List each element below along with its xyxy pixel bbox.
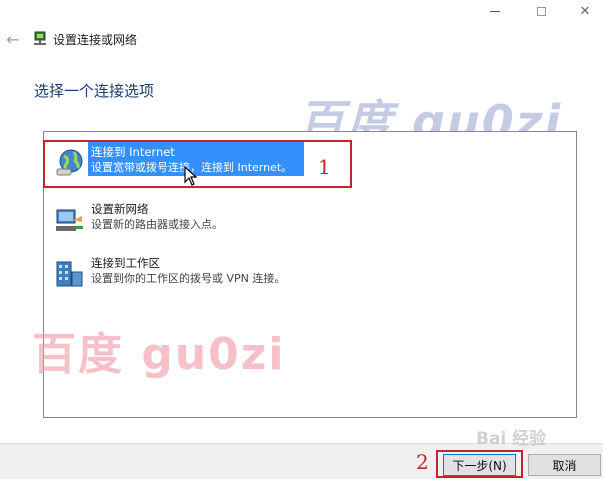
close-icon: ✕	[579, 3, 591, 19]
workplace-icon	[56, 261, 83, 287]
option-new-network[interactable]: 设置新网络 设置新的路由器或接入点。	[49, 199, 349, 235]
maximize-button[interactable]	[519, 0, 563, 22]
network-setup-icon	[56, 209, 83, 231]
annotation-box-1	[43, 140, 352, 188]
annotation-number-2: 2	[416, 450, 429, 474]
minimize-icon	[490, 10, 500, 12]
maximize-icon	[536, 6, 546, 16]
back-arrow-icon[interactable]: ←	[4, 31, 22, 49]
option-connect-workplace[interactable]: 连接到工作区 设置到你的工作区的拨号或 VPN 连接。	[49, 253, 349, 289]
watermark-baidu: Bai 经验	[476, 429, 547, 449]
option-title: 设置新网络	[91, 202, 149, 216]
window-title: 设置连接或网络	[53, 33, 138, 47]
page-heading: 选择一个连接选项	[34, 82, 155, 100]
minimize-button[interactable]	[473, 0, 517, 22]
annotation-box-2	[436, 450, 523, 478]
watermark-red: 百度 gu0zi	[32, 329, 286, 380]
cancel-button[interactable]: 取消	[528, 454, 601, 476]
network-wizard-icon	[34, 31, 46, 45]
option-title: 连接到工作区	[91, 256, 160, 270]
option-description: 设置新的路由器或接入点。	[91, 218, 223, 231]
setup-connection-window: ✕ ← 设置连接或网络 选择一个连接选项 百度 gu0zi 连接到 Intern…	[0, 0, 603, 479]
close-button[interactable]: ✕	[563, 0, 603, 22]
option-description: 设置到你的工作区的拨号或 VPN 连接。	[91, 272, 286, 285]
annotation-number-1: 1	[318, 155, 331, 179]
